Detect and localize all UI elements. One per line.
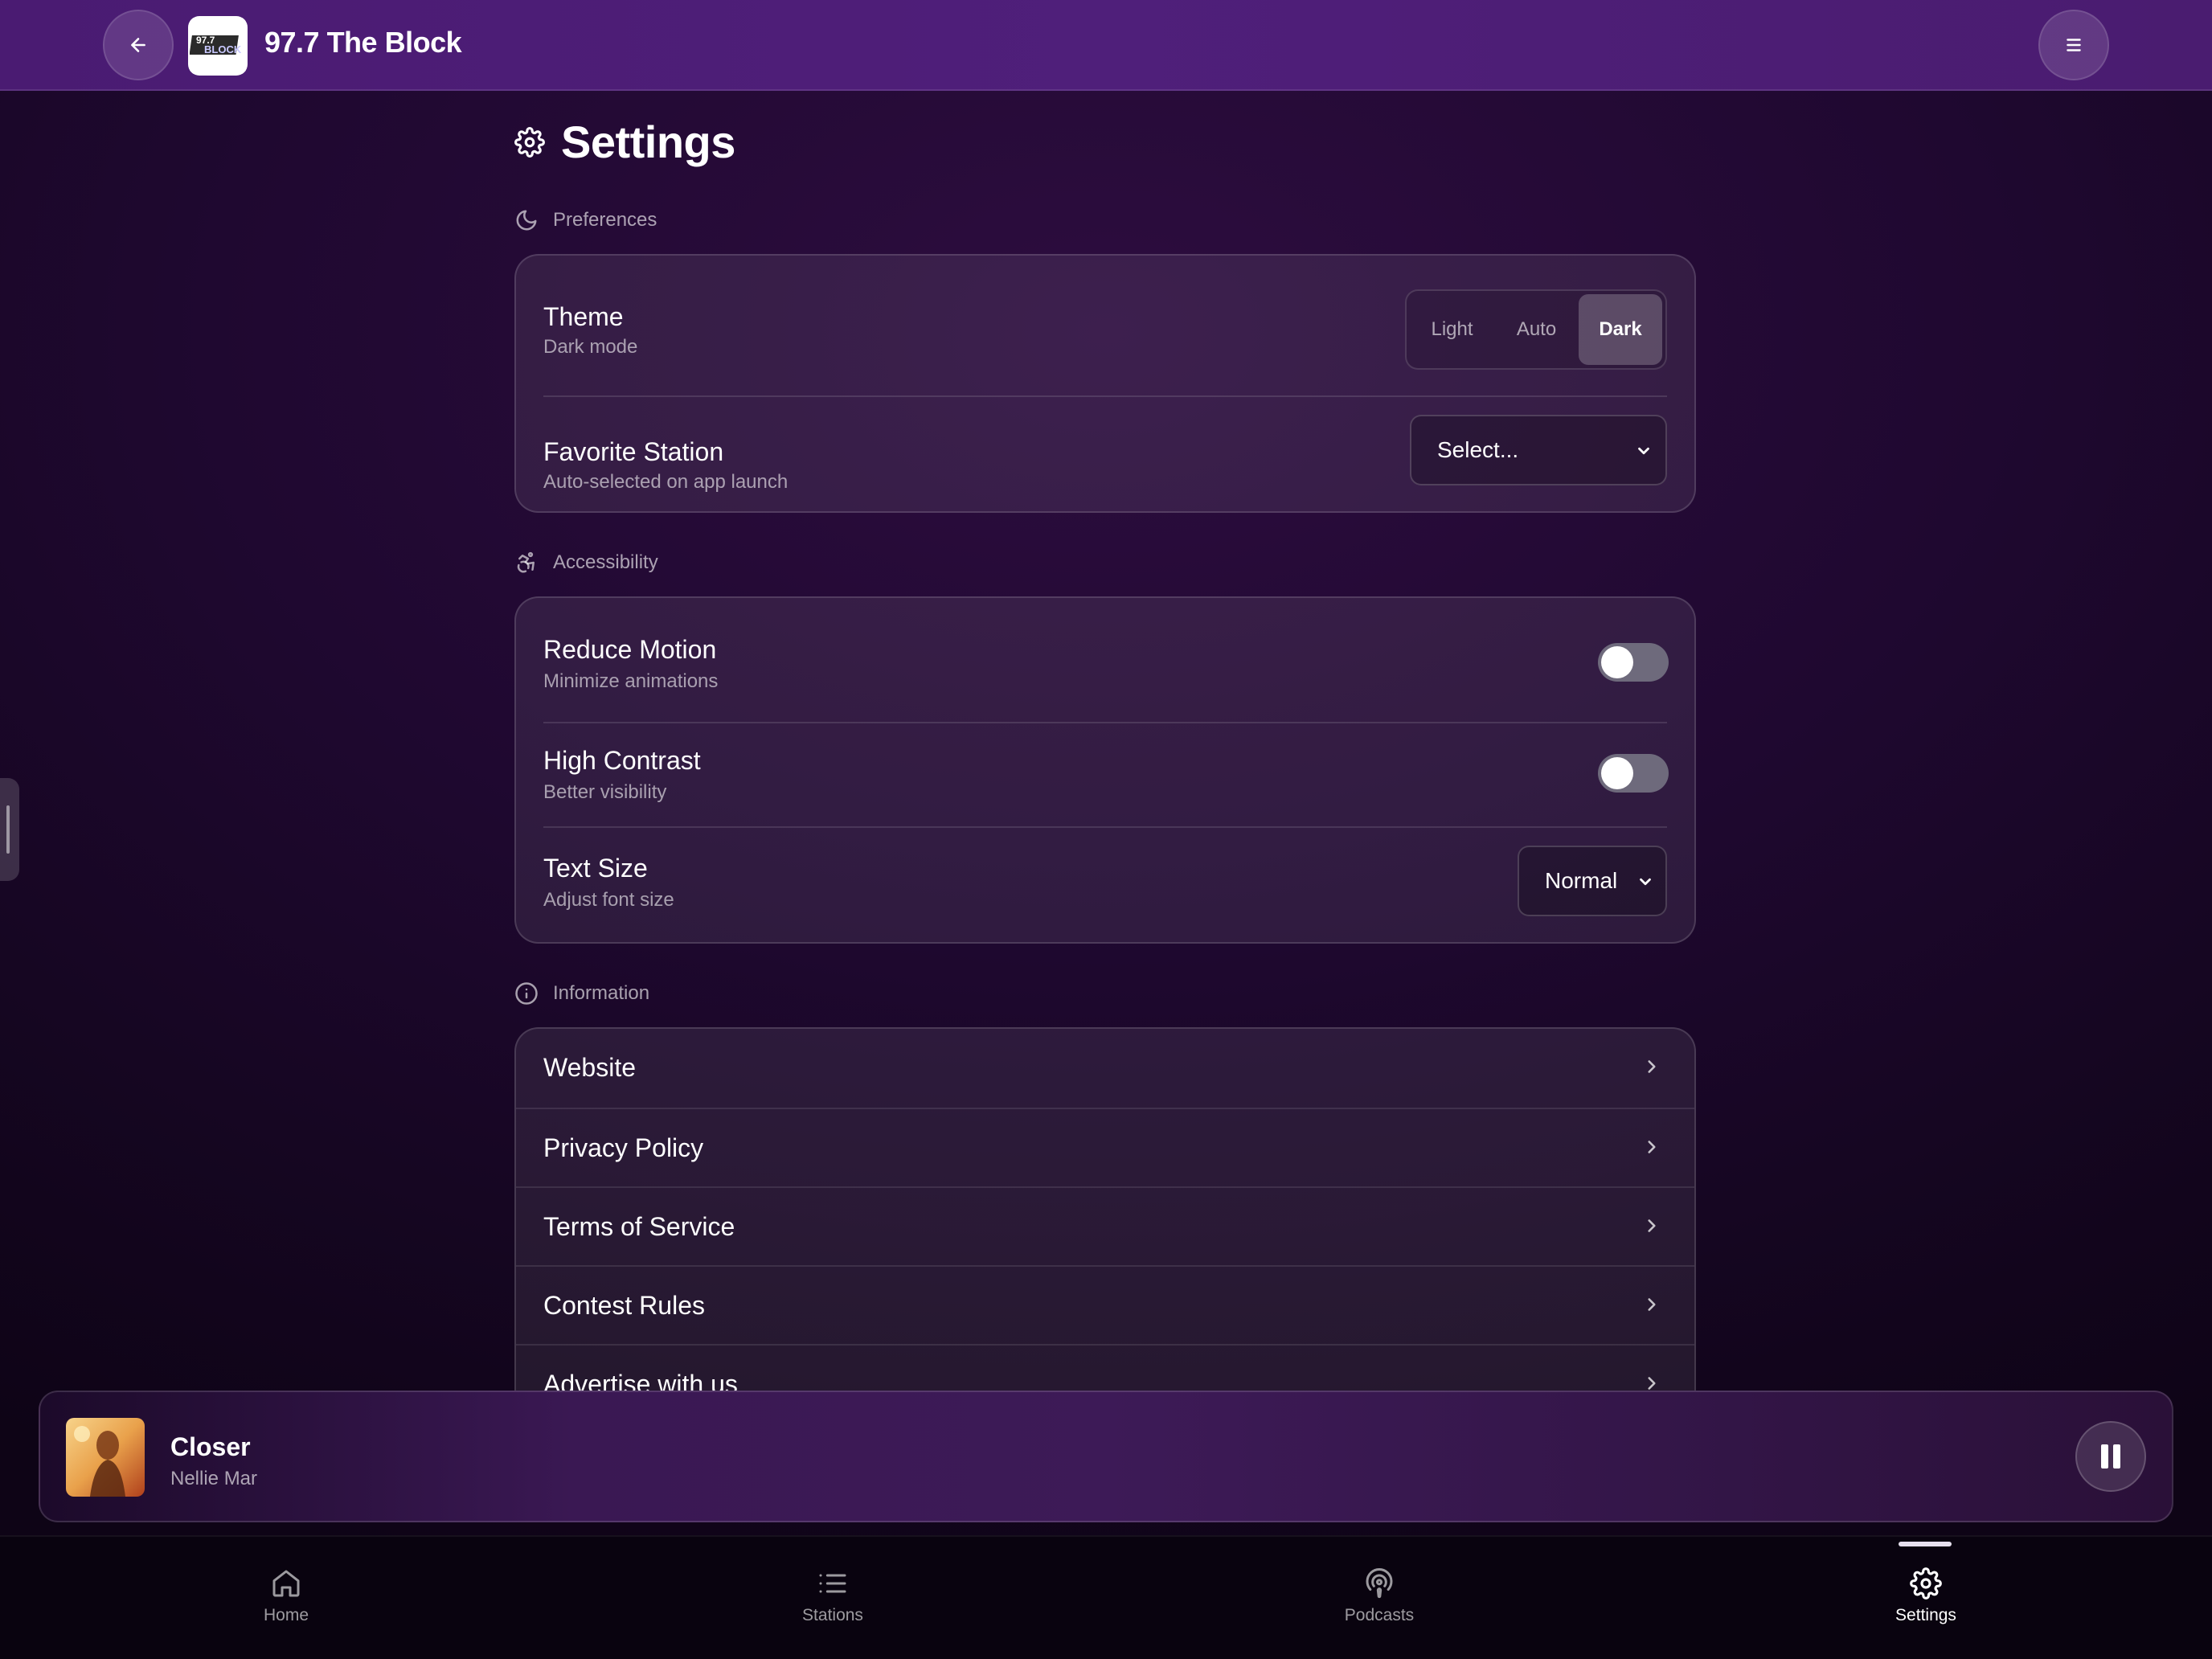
chevron-right-icon: [1648, 1219, 1656, 1232]
top-bar: 97.7 BLOCK 97.7 The Block: [0, 0, 2212, 91]
text-size-value: Normal: [1545, 868, 1618, 893]
page-header: Settings: [514, 116, 735, 168]
arrow-left-icon: [131, 38, 145, 52]
theme-subtitle: Dark mode: [543, 336, 638, 358]
link-privacy-policy[interactable]: Privacy Policy: [516, 1108, 1694, 1186]
chevron-down-icon: [1638, 447, 1649, 455]
station-logo: 97.7 BLOCK: [188, 16, 248, 76]
list-icon: [819, 1574, 846, 1593]
nav-label: Settings: [1895, 1606, 1956, 1624]
app-title: 97.7 The Block: [264, 26, 462, 59]
link-label: Terms of Service: [543, 1212, 735, 1241]
theme-option-dark[interactable]: Dark: [1579, 294, 1662, 365]
podcast-icon: [1366, 1567, 1393, 1599]
track-title: Closer: [170, 1432, 251, 1461]
gear-icon: [514, 126, 545, 158]
link-contest-rules[interactable]: Contest Rules: [516, 1265, 1694, 1344]
chevron-down-icon: [1640, 878, 1651, 886]
reduce-motion-title: Reduce Motion: [543, 635, 717, 664]
high-contrast-toggle[interactable]: [1598, 754, 1669, 793]
bottom-navigation: Home Stations Podcasts Settings: [0, 1535, 2212, 1659]
home-icon: [272, 1570, 300, 1597]
nav-label: Stations: [802, 1606, 863, 1624]
section-label: Information: [553, 982, 650, 1004]
theme-option-light[interactable]: Light: [1410, 294, 1494, 365]
chevron-right-icon: [1648, 1060, 1656, 1073]
side-drawer-handle[interactable]: [0, 778, 19, 881]
nav-label: Home: [263, 1606, 309, 1624]
high-contrast-subtitle: Better visibility: [543, 781, 667, 803]
back-button[interactable]: [103, 10, 174, 80]
theme-option-auto[interactable]: Auto: [1494, 294, 1579, 365]
section-header-information: Information: [514, 981, 649, 1006]
section-header-accessibility: Accessibility: [514, 551, 658, 575]
high-contrast-title: High Contrast: [543, 746, 701, 775]
text-size-subtitle: Adjust font size: [543, 889, 674, 911]
chevron-right-icon: [1648, 1141, 1656, 1153]
favorite-station-subtitle: Auto-selected on app launch: [543, 471, 789, 493]
text-size-row: Text Size Adjust font size: [543, 828, 1667, 944]
accessibility-icon: [517, 551, 535, 573]
link-label: Privacy Policy: [543, 1133, 704, 1162]
page-title: Settings: [561, 117, 735, 167]
active-tab-indicator: [1899, 1542, 1952, 1546]
link-label: Contest Rules: [543, 1291, 705, 1320]
section-label: Accessibility: [553, 551, 658, 573]
preferences-card: Theme Dark mode Light Auto Dark Favorite…: [514, 254, 1696, 513]
accessibility-card: Reduce Motion Minimize animations High C…: [514, 596, 1696, 944]
moon-icon: [516, 210, 537, 231]
text-size-title: Text Size: [543, 854, 648, 883]
favorite-station-value: Select...: [1437, 437, 1519, 462]
section-header-preferences: Preferences: [514, 208, 657, 232]
logo-text-bottom: BLOCK: [204, 43, 242, 55]
gear-icon: [1910, 1567, 1942, 1600]
text-size-select[interactable]: Normal: [1518, 846, 1667, 916]
mini-player[interactable]: Closer Nellie Mar: [39, 1391, 2173, 1522]
theme-title: Theme: [543, 302, 624, 331]
hamburger-menu-icon: [2067, 39, 2081, 51]
reduce-motion-row: Reduce Motion Minimize animations: [543, 598, 1667, 722]
reduce-motion-toggle[interactable]: [1598, 643, 1669, 682]
chevron-right-icon: [1648, 1298, 1656, 1311]
info-icon: [515, 982, 538, 1005]
pause-button[interactable]: [2075, 1421, 2146, 1492]
track-artist: Nellie Mar: [170, 1468, 258, 1489]
link-label: Website: [543, 1053, 637, 1082]
nav-podcasts[interactable]: Podcasts: [1299, 1567, 1460, 1625]
toggle-knob: [1601, 646, 1633, 678]
high-contrast-row: High Contrast Better visibility: [543, 723, 1667, 826]
information-card: Website Privacy Policy Terms of Service …: [514, 1027, 1696, 1445]
favorite-station-title: Favorite Station: [543, 437, 724, 466]
reduce-motion-subtitle: Minimize animations: [543, 670, 719, 692]
toggle-knob: [1601, 757, 1633, 789]
section-label: Preferences: [553, 209, 657, 231]
pause-icon: [2101, 1444, 2120, 1469]
nav-home[interactable]: Home: [206, 1567, 367, 1625]
nav-label: Podcasts: [1344, 1606, 1415, 1624]
link-website[interactable]: Website: [516, 1029, 1694, 1108]
nav-stations[interactable]: Stations: [752, 1567, 913, 1625]
nav-settings[interactable]: Settings: [1845, 1567, 2006, 1625]
album-art: [66, 1418, 145, 1497]
menu-button[interactable]: [2038, 10, 2109, 80]
favorite-station-select[interactable]: Select...: [1410, 415, 1667, 485]
theme-segmented-control: Light Auto Dark: [1405, 289, 1667, 370]
link-terms-of-service[interactable]: Terms of Service: [516, 1186, 1694, 1265]
